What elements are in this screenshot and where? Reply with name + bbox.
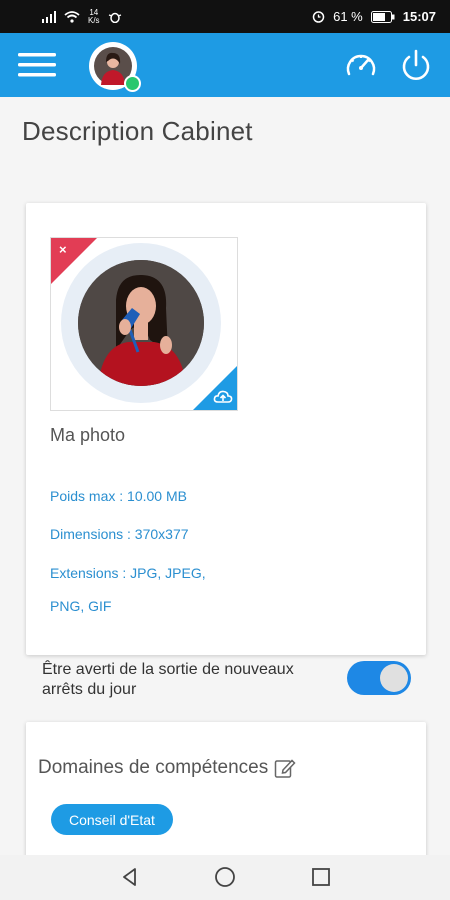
notification-label: Être averti de la sortie de nouveaux arr…	[42, 661, 294, 698]
status-time: 15:07	[402, 9, 436, 24]
photo-upload-box[interactable]: ×	[50, 237, 238, 411]
max-weight-info: Poids max : 10.00 MB	[50, 488, 187, 504]
system-navigation-bar	[0, 855, 450, 900]
extensions-info-line1: Extensions : JPG, JPEG,	[50, 565, 206, 581]
power-icon[interactable]	[399, 47, 433, 83]
hamburger-menu-icon[interactable]	[18, 51, 56, 79]
status-bar-left: 14 K/s	[42, 8, 122, 25]
app-bar	[0, 33, 450, 97]
wifi-icon	[64, 10, 80, 23]
home-icon[interactable]	[213, 865, 237, 889]
photo-card: × Ma photo Poids max : 10.00 MB Dimensio…	[26, 203, 426, 655]
user-avatar[interactable]	[89, 42, 141, 94]
close-icon[interactable]: ×	[59, 242, 67, 257]
skills-title-row: Domaines de compétences	[38, 757, 296, 779]
back-icon[interactable]	[118, 865, 142, 889]
cloud-upload-icon[interactable]	[213, 389, 233, 405]
network-speed-unit: K/s	[88, 15, 100, 25]
dimensions-info: Dimensions : 370x377	[50, 526, 189, 542]
skill-chip[interactable]: Conseil d'Etat	[51, 804, 173, 835]
alarm-icon	[312, 11, 325, 23]
battery-percent: 61 %	[333, 9, 363, 24]
extensions-info-line2: PNG, GIF	[50, 598, 112, 614]
recent-apps-icon[interactable]	[309, 865, 333, 889]
edit-icon[interactable]	[274, 757, 296, 779]
speedometer-icon[interactable]	[344, 49, 378, 83]
network-speed: 14 K/s	[88, 8, 100, 25]
battery-icon	[370, 10, 395, 23]
bug-icon	[108, 12, 121, 23]
toggle-knob	[380, 664, 408, 692]
signal-icon	[42, 10, 56, 23]
status-bar: 14 K/s 61 % 15:07	[0, 0, 450, 33]
skills-title: Domaines de compétences	[38, 757, 269, 778]
page-title: Description Cabinet	[22, 116, 253, 146]
notification-toggle[interactable]	[347, 661, 411, 695]
status-bar-right: 61 % 15:07	[312, 9, 436, 24]
online-status-dot	[124, 75, 141, 92]
delete-photo-button[interactable]	[51, 238, 97, 284]
photo-label: Ma photo	[50, 425, 126, 445]
